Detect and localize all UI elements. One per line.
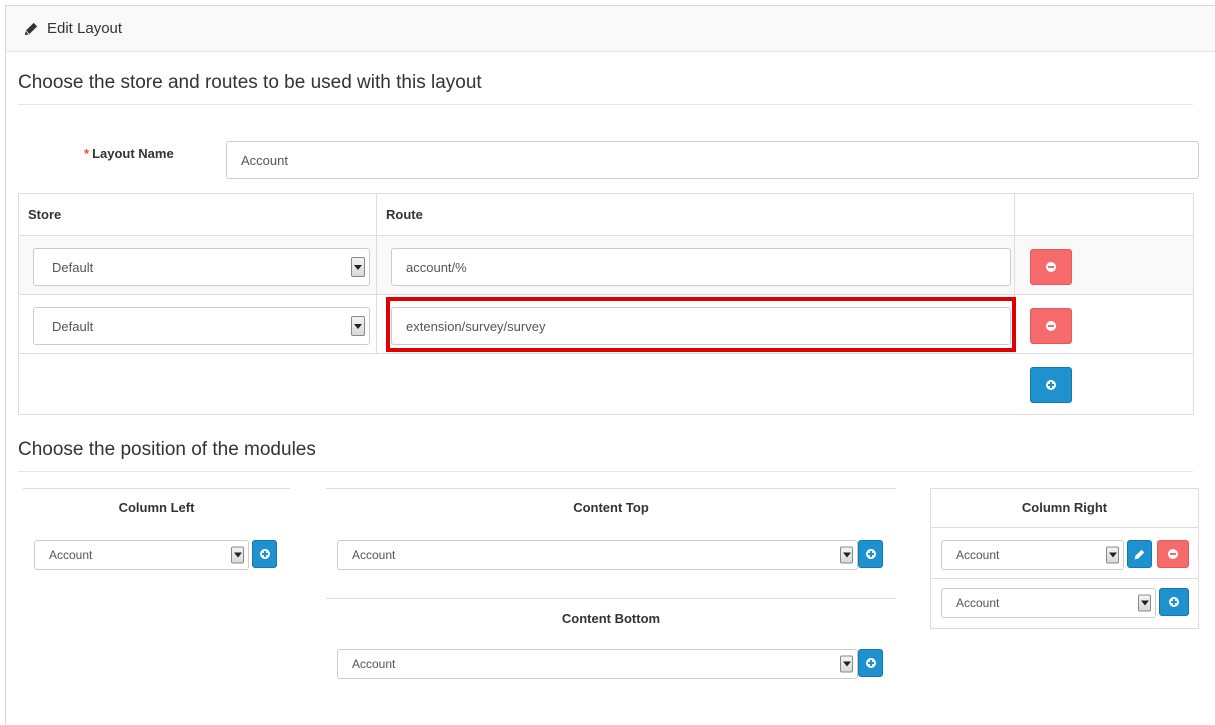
column-right-select[interactable]: Account — [941, 588, 1156, 618]
column-left-title: Column Left — [118, 500, 195, 515]
modules-legend: Choose the position of the modules — [18, 439, 1193, 472]
select-value: Account — [352, 657, 396, 671]
column-right-remove-button[interactable] — [1157, 540, 1189, 568]
select-value: Account — [956, 548, 1000, 562]
minus-circle-icon — [1046, 321, 1056, 331]
select-value: Account — [956, 596, 1000, 610]
table-header-row: Store Route — [19, 194, 1193, 236]
divider — [326, 488, 896, 489]
remove-route-button[interactable] — [1030, 249, 1072, 285]
select-value: Account — [352, 548, 396, 562]
column-right-edit-button[interactable] — [1127, 540, 1152, 568]
divider — [326, 598, 896, 599]
pencil-icon — [1134, 549, 1145, 559]
plus-circle-icon — [865, 549, 876, 559]
route-input[interactable]: account/% — [391, 248, 1011, 286]
divider — [23, 488, 290, 489]
dropdown-arrow-icon — [351, 316, 365, 336]
add-route-button[interactable] — [1030, 367, 1072, 403]
store-select[interactable]: Default — [33, 307, 370, 345]
store-select-value: Default — [52, 259, 94, 275]
dropdown-arrow-icon — [840, 655, 853, 673]
dropdown-arrow-icon — [1138, 594, 1151, 612]
route-column-header: Route — [377, 194, 1015, 235]
content-top-select[interactable]: Account — [337, 540, 858, 570]
required-mark: * — [84, 146, 90, 161]
content-top-title: Content Top — [573, 500, 649, 515]
plus-circle-icon — [259, 549, 270, 559]
pencil-icon — [24, 22, 38, 35]
store-column-header: Store — [19, 194, 377, 235]
store-select[interactable]: Default — [33, 248, 370, 286]
divider — [930, 578, 1199, 579]
layout-name-label: * Layout Name — [84, 146, 174, 161]
select-value: Account — [49, 548, 93, 562]
layout-name-label-text: Layout Name — [92, 146, 174, 161]
panel-heading: Edit Layout — [6, 6, 1215, 52]
plus-circle-icon — [1169, 597, 1179, 607]
dropdown-arrow-icon — [231, 546, 244, 564]
plus-circle-icon — [1046, 380, 1056, 390]
store-select-value: Default — [52, 318, 94, 334]
plus-circle-icon — [865, 658, 876, 668]
content-bottom-title: Content Bottom — [561, 611, 661, 626]
column-left-select[interactable]: Account — [34, 540, 249, 570]
content-top-add-button[interactable] — [858, 540, 883, 568]
column-left-add-button[interactable] — [252, 540, 277, 568]
dropdown-arrow-icon — [1106, 546, 1119, 564]
remove-route-button[interactable] — [1030, 308, 1072, 344]
minus-circle-icon — [1046, 262, 1056, 272]
divider — [930, 527, 1199, 528]
column-right-add-button[interactable] — [1159, 588, 1189, 616]
highlight-box — [386, 297, 1016, 352]
content-bottom-add-button[interactable] — [858, 649, 883, 677]
column-right-title: Column Right — [1021, 500, 1108, 515]
layout-name-input[interactable]: Account — [226, 141, 1199, 179]
content-bottom-select[interactable]: Account — [337, 649, 858, 679]
column-right-select[interactable]: Account — [941, 540, 1124, 570]
panel-title: Edit Layout — [47, 20, 123, 37]
dropdown-arrow-icon — [840, 546, 853, 564]
dropdown-arrow-icon — [351, 257, 365, 277]
routes-legend: Choose the store and routes to be used w… — [18, 72, 1193, 105]
minus-circle-icon — [1168, 549, 1178, 559]
